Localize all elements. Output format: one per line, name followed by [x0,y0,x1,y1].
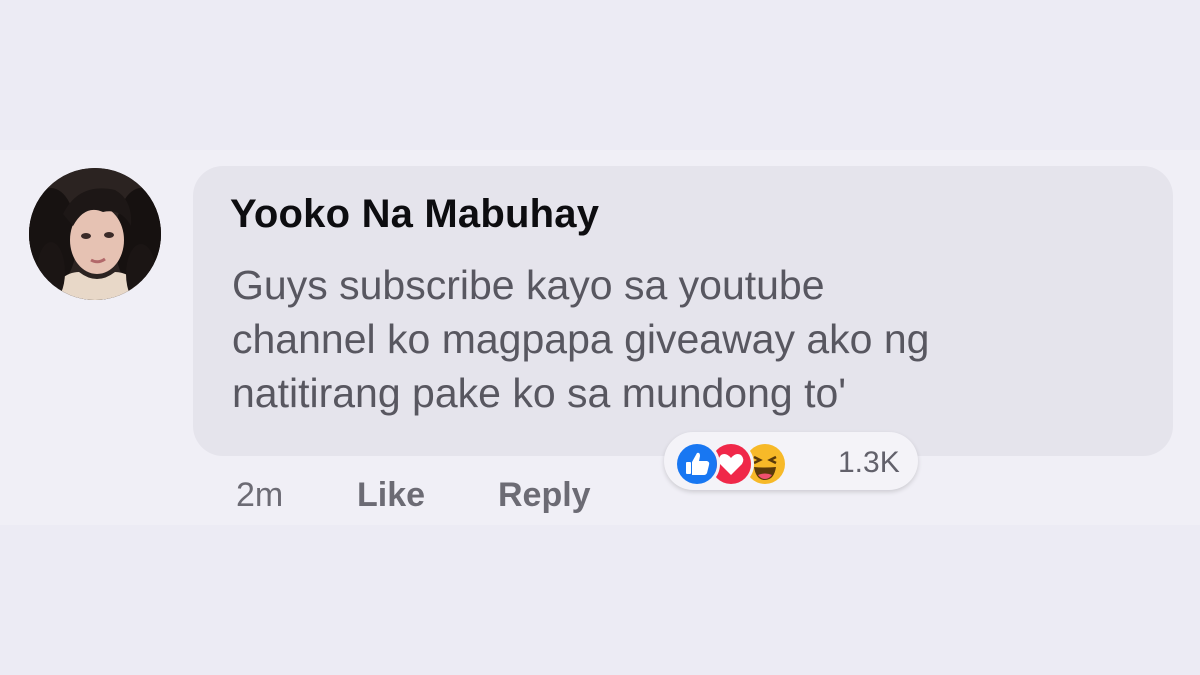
reactions-summary[interactable]: 1.3K [664,432,918,490]
comment-author-name[interactable]: Yooko Na Mabuhay [230,192,599,237]
comment-text: Guys subscribe kayo sa youtube channel k… [232,258,1142,420]
comment-text-line: natitirang pake ko sa mundong to' [232,370,847,416]
reaction-count: 1.3K [838,446,900,479]
like-button[interactable]: Like [357,476,425,515]
comment-text-line: channel ko magpapa giveaway ako ng [232,316,930,362]
avatar-photo-icon [29,168,161,300]
comment-text-line: Guys subscribe kayo sa youtube [232,262,825,308]
comment-screenshot: Yooko Na Mabuhay Guys subscribe kayo sa … [0,0,1200,675]
like-reaction-icon [674,441,720,487]
reply-button[interactable]: Reply [498,476,591,515]
comment-timestamp[interactable]: 2m [236,476,283,515]
avatar[interactable] [29,168,161,300]
